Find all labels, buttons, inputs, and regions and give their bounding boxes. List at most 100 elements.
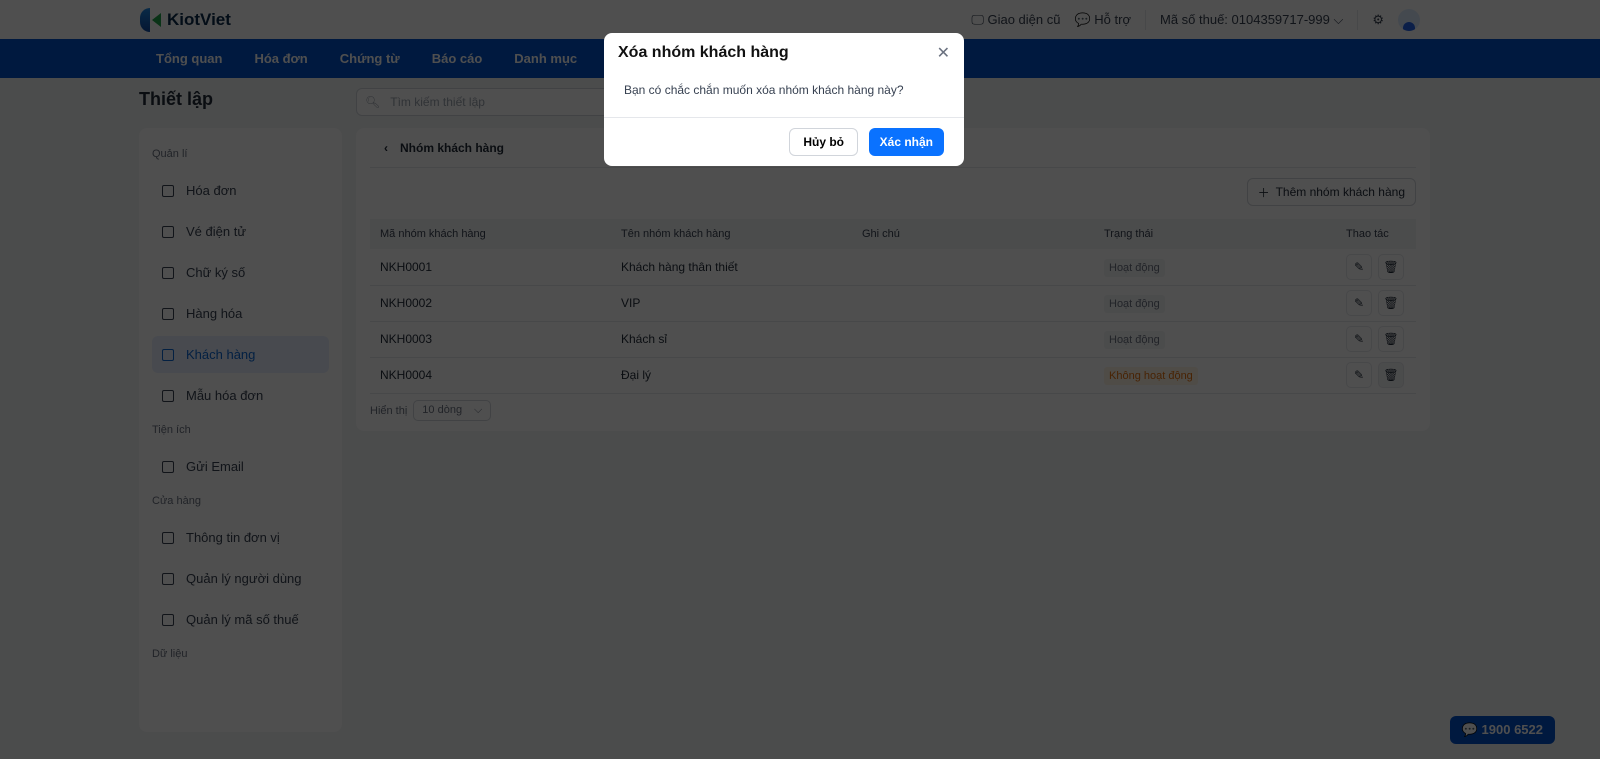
nav-item[interactable]: Chứng từ [340, 51, 400, 66]
sidebar-item[interactable]: Hàng hóa [152, 295, 329, 332]
status-badge: Không hoạt động [1104, 367, 1198, 385]
brand-name: KiotViet [167, 9, 231, 29]
group-code: NKH0001 [370, 249, 611, 286]
nav-item[interactable]: Hóa đơn [254, 51, 307, 66]
group-name: Khách hàng thân thiết [611, 249, 852, 286]
sidebar-section-title: Cửa hàng [152, 495, 201, 507]
sidebar-item[interactable]: Vé điện tử [152, 213, 329, 250]
menu-icon [162, 389, 174, 402]
status-cell: Hoạt động [1094, 321, 1336, 358]
avatar[interactable] [1398, 8, 1420, 31]
search-icon: 🔍︎ [365, 95, 381, 109]
nav-item[interactable]: Báo cáo [432, 51, 483, 66]
hotline-number: 1900 6522 [1481, 722, 1543, 737]
cancel-button[interactable]: Hủy bỏ [789, 128, 858, 156]
sidebar-section-title: Dữ liệu [152, 648, 188, 660]
back-icon[interactable]: ‹ [384, 141, 388, 155]
table-row: NKH0004 Đại lý Không hoạt động ✎ 🗑︎ [370, 357, 1416, 394]
sidebar-item-label: Quản lý người dùng [186, 571, 302, 586]
sidebar: Quản lí Hóa đơn Vé điện tử Chữ ký số Hàng hó… [139, 128, 342, 732]
group-note [852, 357, 1094, 394]
edit-icon[interactable]: ✎ [1346, 290, 1372, 316]
edit-icon[interactable]: ✎ [1346, 253, 1372, 280]
menu-icon [162, 613, 174, 626]
hotline-button[interactable]: 💬 1900 6522 [1449, 716, 1555, 744]
sidebar-item-label: Khách hàng [186, 347, 256, 362]
gear-icon[interactable]: ⚙ [1372, 12, 1384, 28]
column-header: Thao tác [1336, 219, 1416, 249]
close-icon[interactable]: ✕ [937, 43, 950, 63]
nav-item[interactable]: Danh mục [514, 51, 577, 66]
sidebar-item[interactable]: Hóa đơn [152, 172, 329, 209]
status-cell: Hoạt động [1094, 285, 1336, 322]
menu-icon [162, 572, 174, 585]
sidebar-item[interactable]: Quản lý người dùng [152, 560, 329, 597]
table-row: NKH0001 Khách hàng thân thiết Hoạt động … [370, 249, 1416, 286]
sidebar-item[interactable]: Quản lý mã số thuế [152, 601, 329, 638]
main-panel: ‹ Nhóm khách hàng ＋ Thêm nhóm khách hàng M… [356, 128, 1430, 431]
add-group-button[interactable]: ＋ Thêm nhóm khách hàng [1246, 178, 1416, 206]
sidebar-item-label: Gửi Email [186, 459, 244, 474]
page-size-value: 10 dòng [422, 404, 463, 416]
menu-icon [162, 348, 174, 361]
sidebar-item[interactable]: Gửi Email [152, 448, 329, 485]
table-row: NKH0003 Khách sỉ Hoạt động ✎ 🗑︎ [370, 321, 1416, 358]
sidebar-item[interactable]: Khách hàng [152, 336, 329, 373]
sidebar-item-label: Chữ ký số [186, 265, 246, 280]
divider [1144, 9, 1146, 30]
table-row: NKH0002 VIP Hoạt động ✎ 🗑︎ [370, 285, 1416, 322]
sidebar-item[interactable]: Mẫu hóa đơn [152, 377, 329, 414]
trash-icon[interactable]: 🗑︎ [1378, 326, 1404, 352]
sidebar-item-label: Hàng hóa [186, 306, 243, 321]
sidebar-item-label: Hóa đơn [186, 183, 237, 198]
menu-icon [162, 307, 174, 320]
sidebar-item-label: Thông tin đơn vị [186, 530, 280, 545]
sidebar-item[interactable]: Thông tin đơn vị [152, 519, 329, 556]
column-header: Ghi chú [852, 219, 1094, 249]
page-size-select[interactable]: 10 dòng ⌵ [413, 400, 492, 421]
support-label: Hỗ trợ [1094, 11, 1131, 27]
divider [1357, 9, 1359, 30]
group-table: Mã nhóm khách hàng Tên nhóm khách hàng Ghi… [370, 219, 1416, 394]
trash-icon[interactable]: 🗑︎ [1378, 362, 1404, 388]
edit-icon[interactable]: ✎ [1346, 326, 1372, 352]
column-header: Trạng thái [1094, 219, 1336, 249]
nav-item[interactable]: Tổng quan [156, 51, 222, 66]
sidebar-section-title: Tiện ích [152, 424, 191, 436]
column-header: Tên nhóm khách hàng [611, 219, 852, 249]
search-placeholder: Tìm kiếm thiết lập [390, 95, 485, 109]
old-ui-link[interactable]: 🖵 Giao diện cũ [971, 12, 1060, 28]
tax-selector[interactable]: Mã số thuế: 0104359717-999 ⌵ [1160, 12, 1343, 28]
confirm-button[interactable]: Xác nhận [868, 128, 944, 156]
menu-icon [162, 266, 174, 279]
status-cell: Hoạt động [1094, 249, 1336, 286]
menu-icon [162, 225, 174, 238]
sidebar-section-title: Quản lí [152, 148, 188, 160]
dialog-title: Xóa nhóm khách hàng [618, 44, 789, 61]
trash-icon[interactable]: 🗑︎ [1378, 290, 1404, 316]
group-note [852, 285, 1094, 322]
page-title: Thiết lập [139, 89, 214, 109]
support-link[interactable]: 💬 Hỗ trợ [1074, 12, 1131, 28]
section-title: Nhóm khách hàng [400, 140, 505, 155]
group-note [852, 321, 1094, 358]
menu-icon [162, 460, 174, 473]
trash-icon[interactable]: 🗑︎ [1378, 253, 1404, 280]
tax-label: Mã số thuế: [1159, 11, 1228, 27]
edit-icon[interactable]: ✎ [1346, 362, 1372, 388]
group-note [852, 249, 1094, 286]
plus-icon: ＋ [1257, 185, 1270, 200]
status-badge: Hoạt động [1104, 295, 1165, 313]
status-badge: Hoạt động [1104, 331, 1165, 349]
logo[interactable]: KiotViet [140, 7, 231, 32]
group-code: NKH0004 [370, 357, 611, 394]
add-group-label: Thêm nhóm khách hàng [1275, 185, 1405, 199]
actions-cell: ✎ 🗑︎ [1336, 357, 1416, 394]
group-name: Khách sỉ [611, 321, 852, 358]
group-code: NKH0003 [370, 321, 611, 358]
sidebar-item-label: Quản lý mã số thuế [186, 612, 299, 627]
search-input[interactable]: 🔍︎ Tìm kiếm thiết lập [356, 88, 616, 116]
sidebar-item-label: Mẫu hóa đơn [186, 388, 264, 403]
sidebar-item[interactable]: Chữ ký số [152, 254, 329, 291]
actions-cell: ✎ 🗑︎ [1336, 249, 1416, 286]
